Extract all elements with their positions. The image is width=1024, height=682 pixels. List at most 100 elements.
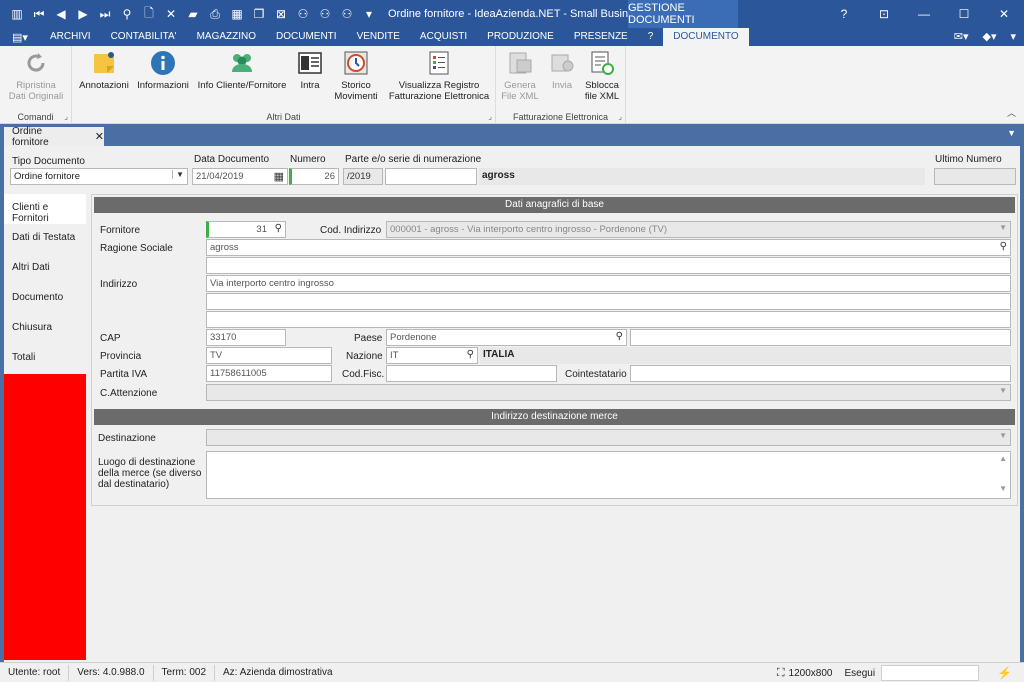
partita-iva-field[interactable]: 11758611005 [206, 365, 332, 382]
storico-movimenti-button[interactable]: Storico Movimenti [330, 50, 382, 102]
visualizza-registro-button[interactable]: Visualizza Registro Fatturazione Elettro… [386, 50, 492, 102]
search-icon[interactable]: ⚲ [616, 331, 623, 342]
theme-dropdown-icon[interactable]: ◆▾ [982, 28, 996, 46]
cap-label: CAP [100, 333, 121, 344]
lightning-icon[interactable]: ⚡ [997, 666, 1012, 680]
folder-icon[interactable]: ▰ [182, 7, 204, 21]
close-tab-icon[interactable]: ✕ [95, 130, 104, 143]
tab-documento[interactable]: DOCUMENTO [663, 28, 749, 46]
binoculars-icon[interactable]: ⚇ [292, 7, 314, 21]
tab-documenti[interactable]: DOCUMENTI [266, 28, 347, 46]
tipo-documento-select[interactable]: Ordine fornitore ▼ [10, 168, 188, 185]
side-tab-clienti-fornitori[interactable]: Clienti e Fornitori [4, 194, 86, 224]
search-icon[interactable]: ⚲ [1000, 241, 1007, 252]
fullscreen-icon[interactable]: ⛶ [777, 667, 785, 680]
ripristina-button[interactable]: Ripristina Dati Originali [4, 50, 68, 102]
side-tab-altri-dati[interactable]: Altri Dati [4, 254, 86, 284]
paese-field[interactable]: Pordenone ⚲ [386, 329, 627, 346]
tab-help[interactable]: ? [638, 28, 664, 46]
fornitore-field[interactable]: 31 ⚲ [206, 221, 286, 238]
provincia-field[interactable]: TV [206, 347, 332, 364]
calendar-icon[interactable]: ▦ [274, 170, 284, 183]
dialog-launcher-icon[interactable]: ⌟ [488, 112, 492, 121]
prev-icon[interactable]: ◀ [50, 7, 72, 21]
dialog-launcher-icon[interactable]: ⌟ [618, 112, 622, 121]
cod-indirizzo-select[interactable]: 000001 - agross - Via interporto centro … [386, 221, 1011, 238]
indirizzo-3-field[interactable] [206, 311, 1011, 328]
intra-button[interactable]: Intra [292, 50, 328, 91]
side-tab-dati-testata[interactable]: Dati di Testata [4, 224, 86, 254]
paese-extra-field[interactable] [630, 329, 1011, 346]
scroll-up-icon[interactable]: ▲ [999, 454, 1007, 463]
tab-vendite[interactable]: VENDITE [347, 28, 410, 46]
tab-acquisti[interactable]: ACQUISTI [410, 28, 477, 46]
next-icon[interactable]: ▶ [72, 7, 94, 21]
side-tab-chiusura[interactable]: Chiusura [4, 314, 86, 344]
indirizzo-2-field[interactable] [206, 293, 1011, 310]
first-icon[interactable]: ⏮ [28, 7, 50, 22]
app-menu-button[interactable]: ▤▾ [0, 31, 40, 44]
side-tab-totali[interactable]: Totali [4, 344, 86, 374]
ribbon: Ripristina Dati Originali Comandi ⌟ Anno… [0, 46, 1024, 124]
esegui-input[interactable] [881, 665, 980, 681]
tab-contabilita[interactable]: CONTABILITA' [101, 28, 187, 46]
cod-fisc-field[interactable] [386, 365, 557, 382]
invia-button[interactable]: Invia [544, 50, 580, 91]
last-icon[interactable]: ⏭ [94, 7, 116, 22]
cap-field[interactable]: 33170 [206, 329, 286, 346]
binoculars-icon[interactable]: ⚇ [336, 7, 358, 21]
restore-icon[interactable]: ⊡ [864, 0, 904, 28]
ribbon-group-altri-dati: Annotazioni Informazioni Info Cliente/Fo… [72, 46, 496, 124]
info-cliente-fornitore-button[interactable]: Info Cliente/Fornitore [196, 50, 288, 91]
help-icon[interactable]: ? [824, 0, 864, 28]
serie-field[interactable] [385, 168, 477, 185]
status-bar: Utente: root Vers: 4.0.988.0 Term: 002 A… [0, 662, 1024, 682]
cointestatario-field[interactable] [630, 365, 1011, 382]
close-button[interactable]: ✕ [984, 0, 1024, 28]
menu-bar: ▤▾ ARCHIVI CONTABILITA' MAGAZZINO DOCUMENTI… [0, 28, 1024, 46]
mail-dropdown-icon[interactable]: ✉▾ [954, 28, 969, 46]
search-icon[interactable]: ⚲ [467, 349, 474, 360]
close-doc-icon[interactable]: ⊠ [270, 7, 292, 21]
ribbon-group-comandi: Ripristina Dati Originali Comandi ⌟ [0, 46, 72, 124]
search-icon[interactable]: ⚲ [275, 223, 282, 234]
status-versione: Vers: 4.0.988.0 [69, 664, 154, 681]
tab-ordine-fornitore[interactable]: Ordine fornitore ✕ [4, 126, 104, 148]
new-doc-icon[interactable]: 🗋 [138, 4, 160, 25]
indirizzo-field[interactable]: Via interporto centro ingrosso [206, 275, 1011, 292]
sblocca-xml-button[interactable]: Sblocca file XML [582, 50, 622, 102]
copy-icon[interactable]: ❐ [248, 7, 270, 21]
ragione-sociale-field[interactable]: agross ⚲ [206, 239, 1011, 256]
delete-icon[interactable]: ✕ [160, 7, 182, 21]
numero-field[interactable]: 26 [289, 168, 339, 185]
options-dropdown-icon[interactable]: ▾ [1010, 28, 1016, 46]
tab-presenze[interactable]: PRESENZE [564, 28, 638, 46]
data-documento-field[interactable]: 21/04/2019 ▦ [192, 168, 288, 185]
calendar-icon[interactable]: ▦ [226, 7, 248, 21]
destinazione-select[interactable]: ▼ [206, 429, 1011, 446]
qa-customize-icon[interactable]: ▾ [358, 7, 380, 21]
tab-archivi[interactable]: ARCHIVI [40, 28, 101, 46]
ragione-sociale-2-field[interactable] [206, 257, 1011, 274]
informazioni-button[interactable]: Informazioni [134, 50, 192, 91]
minimize-button[interactable]: — [904, 0, 944, 28]
tab-menu-chevron-icon[interactable]: ▼ [1007, 128, 1016, 138]
c-attenzione-select[interactable]: ▼ [206, 384, 1011, 401]
tab-produzione[interactable]: PRODUZIONE [477, 28, 564, 46]
maximize-button[interactable]: ☐ [944, 0, 984, 28]
search-icon[interactable]: ⚲ [116, 7, 138, 21]
genera-xml-button[interactable]: Genera File XML [500, 50, 540, 102]
binoculars-icon[interactable]: ⚇ [314, 7, 336, 21]
collapse-ribbon-icon[interactable]: ︿ [1007, 106, 1016, 119]
dialog-launcher-icon[interactable]: ⌟ [64, 112, 68, 121]
chevron-down-icon: ▼ [999, 386, 1007, 395]
tab-magazzino[interactable]: MAGAZZINO [187, 28, 266, 46]
app-icon[interactable]: ▥ [6, 7, 28, 21]
people-icon [232, 54, 252, 72]
luogo-destinazione-textarea[interactable]: ▲ ▼ [206, 451, 1011, 499]
side-tab-documento[interactable]: Documento [4, 284, 86, 314]
nazione-field[interactable]: IT ⚲ [386, 347, 478, 364]
scroll-down-icon[interactable]: ▼ [999, 484, 1007, 493]
annotazioni-button[interactable]: Annotazioni [76, 50, 132, 91]
print-icon[interactable]: ⎙ [204, 7, 226, 22]
